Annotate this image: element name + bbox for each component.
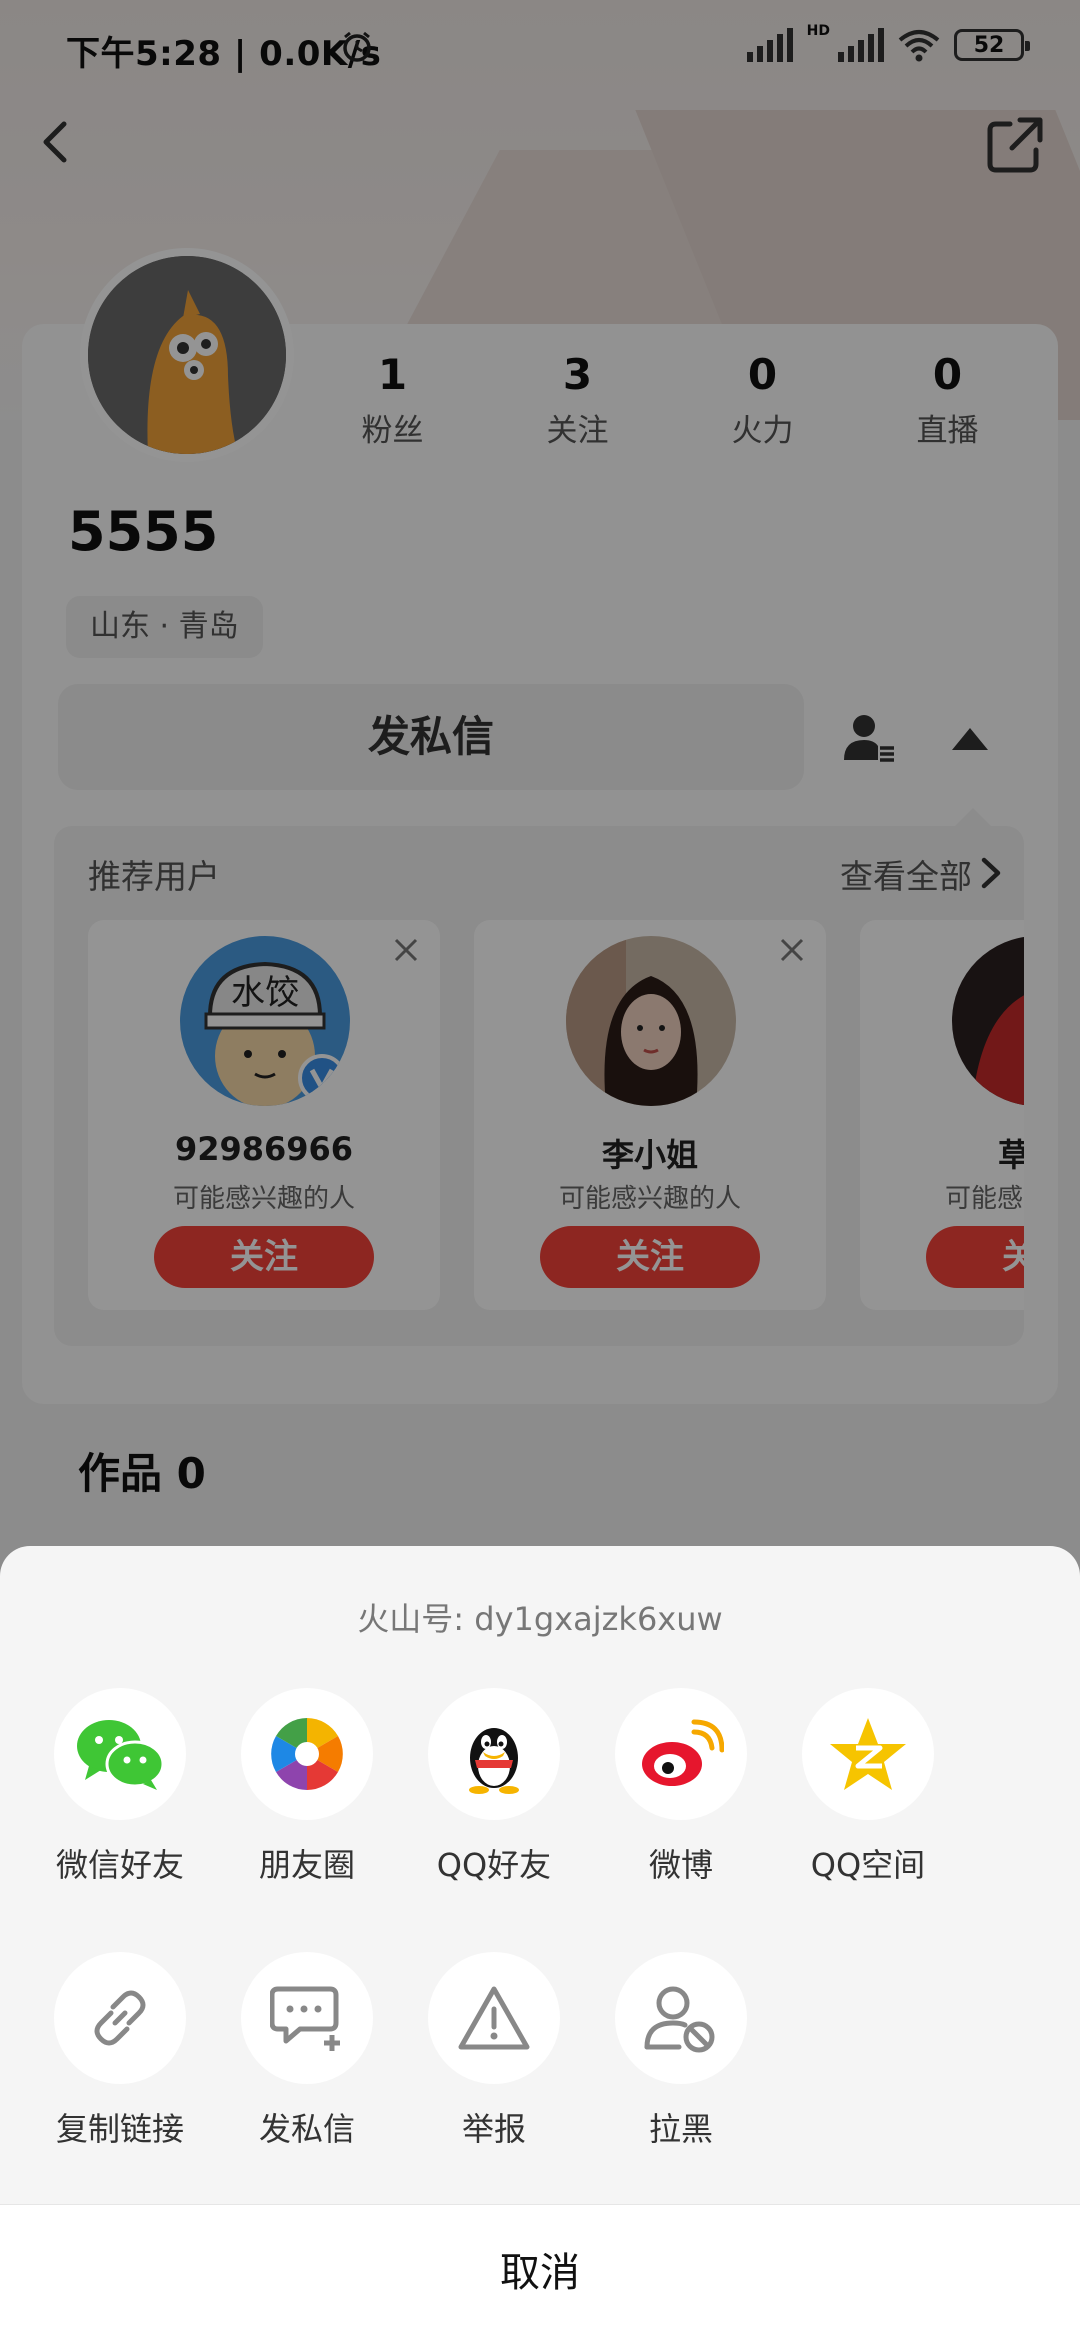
link-icon — [94, 1990, 146, 2046]
share-option-label: 微博 — [648, 1846, 713, 1884]
warning-icon — [458, 1986, 530, 2050]
qzone-icon — [830, 1718, 906, 1790]
share-weibo[interactable]: 微博 — [611, 1688, 751, 1886]
share-option-label: 拉黑 — [648, 2110, 713, 2148]
moments-icon — [271, 1718, 343, 1790]
account-id: 火山号: dy1gxajzk6xuw — [357, 1600, 723, 1638]
share-option-label: QQ好友 — [436, 1846, 552, 1884]
report-option[interactable]: 举报 — [424, 1952, 564, 2150]
share-qq-friend[interactable]: QQ好友 — [424, 1688, 564, 1886]
qq-icon — [469, 1728, 519, 1794]
block-option[interactable]: 拉黑 — [611, 1952, 751, 2150]
share-option-label: 朋友圈 — [258, 1846, 355, 1884]
share-option-label: 举报 — [461, 2110, 526, 2148]
share-moments[interactable]: 朋友圈 — [237, 1688, 377, 1886]
send-private-message-option[interactable]: 发私信 — [237, 1952, 377, 2150]
share-option-label: 复制链接 — [55, 2110, 184, 2148]
cancel-button[interactable]: 取消 — [0, 2204, 1080, 2340]
wechat-icon — [77, 1720, 165, 1790]
share-option-label: 微信好友 — [55, 1846, 184, 1884]
share-qzone[interactable]: QQ空间 — [798, 1688, 938, 1886]
share-wechat-friend[interactable]: 微信好友 — [50, 1688, 190, 1886]
share-option-label: 发私信 — [258, 2110, 355, 2148]
weibo-icon — [642, 1719, 724, 1786]
copy-link-option[interactable]: 复制链接 — [50, 1952, 190, 2150]
message-icon — [270, 1986, 340, 2051]
block-user-icon — [644, 1986, 715, 2053]
share-option-label: QQ空间 — [810, 1846, 926, 1884]
